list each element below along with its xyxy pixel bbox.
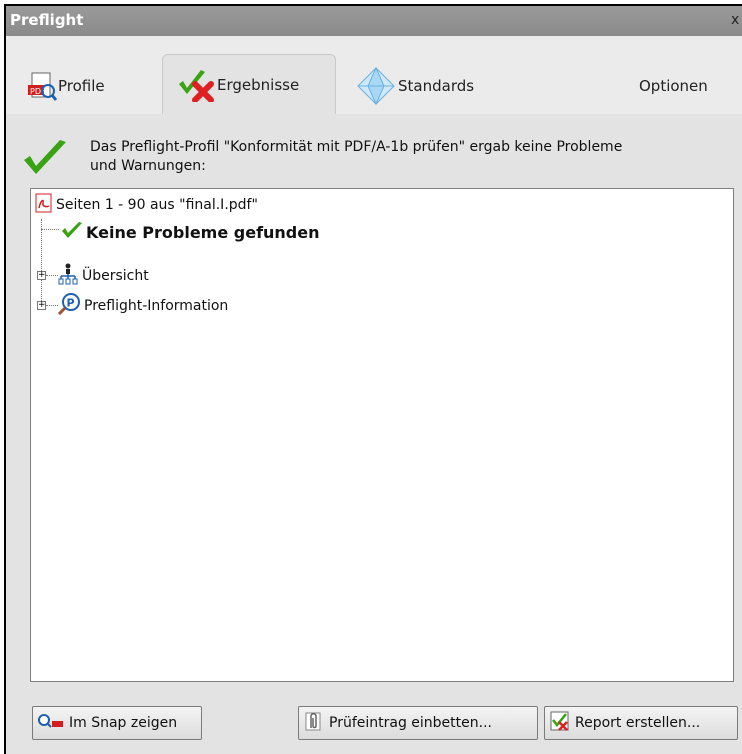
embed-check-entry-label: Prüfeintrag einbetten... bbox=[329, 715, 492, 731]
diamond-icon bbox=[356, 66, 396, 106]
embed-check-entry-button[interactable]: Prüfeintrag einbetten... bbox=[298, 706, 538, 740]
tree-connector bbox=[41, 219, 42, 305]
message-line-2: und Warnungen: bbox=[90, 158, 206, 174]
tree-info-item[interactable]: P Preflight-Information bbox=[57, 293, 228, 319]
tree-info-label: Preflight-Information bbox=[84, 298, 229, 314]
options-menu[interactable]: Optionen bbox=[639, 58, 708, 114]
tree-root[interactable]: Seiten 1 - 90 aus "final.I.pdf" bbox=[35, 193, 258, 217]
tab-bar: PDF Profile Ergebnisse Standards Optione… bbox=[6, 36, 742, 114]
close-icon[interactable]: x bbox=[731, 12, 739, 28]
options-label: Optionen bbox=[639, 77, 708, 95]
check-icon bbox=[61, 221, 83, 243]
show-in-snap-label: Im Snap zeigen bbox=[69, 715, 178, 731]
tree-connector bbox=[41, 229, 59, 230]
snap-magnifier-icon bbox=[37, 713, 65, 733]
profile-icon: PDF bbox=[26, 71, 58, 101]
tree-result-label: Keine Probleme gefunden bbox=[86, 222, 320, 242]
pdf-file-icon bbox=[35, 193, 53, 217]
tree-overview-label: Übersicht bbox=[82, 268, 149, 284]
tab-results-label: Ergebnisse bbox=[217, 75, 300, 94]
tab-results[interactable]: Ergebnisse bbox=[162, 54, 336, 114]
create-report-button[interactable]: Report erstellen... bbox=[544, 706, 738, 740]
results-panel: Das Preflight-Profil "Konformität mit PD… bbox=[6, 114, 742, 754]
success-check-icon bbox=[22, 138, 68, 182]
results-tree[interactable]: Seiten 1 - 90 aus "final.I.pdf" Keine Pr… bbox=[30, 188, 734, 682]
tab-profile-label: Profile bbox=[58, 77, 105, 95]
tab-standards-label: Standards bbox=[398, 77, 475, 95]
preflight-window: Preflight x PDF Profile Ergebnisse Stand… bbox=[4, 4, 742, 754]
svg-text:P: P bbox=[67, 297, 75, 310]
tab-standards[interactable]: Standards bbox=[356, 58, 474, 114]
preflight-info-icon: P bbox=[57, 293, 81, 319]
status-message: Das Preflight-Profil "Konformität mit PD… bbox=[6, 116, 726, 186]
create-report-label: Report erstellen... bbox=[575, 715, 701, 731]
tab-profile[interactable]: PDF Profile bbox=[26, 58, 105, 114]
expand-overview-icon[interactable]: + bbox=[37, 271, 46, 280]
report-icon bbox=[549, 710, 571, 736]
hierarchy-icon bbox=[57, 263, 79, 289]
window-title: Preflight bbox=[10, 11, 84, 29]
paperclip-icon bbox=[303, 710, 325, 736]
tree-overview-item[interactable]: Übersicht bbox=[57, 263, 149, 289]
show-in-snap-button[interactable]: Im Snap zeigen bbox=[32, 706, 202, 740]
expand-info-icon[interactable]: + bbox=[37, 301, 46, 310]
results-check-cross-icon bbox=[175, 68, 215, 103]
title-bar: Preflight x bbox=[6, 6, 742, 36]
message-line-1: Das Preflight-Profil "Konformität mit PD… bbox=[90, 139, 623, 155]
tree-root-label: Seiten 1 - 90 aus "final.I.pdf" bbox=[56, 197, 258, 213]
tree-result-item[interactable]: Keine Probleme gefunden bbox=[61, 221, 320, 243]
